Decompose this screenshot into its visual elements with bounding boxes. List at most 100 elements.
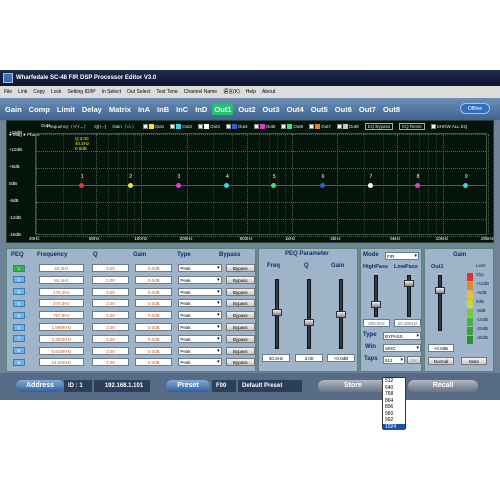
peq-band-button[interactable]: 9 bbox=[13, 358, 25, 366]
peq-point-3[interactable] bbox=[175, 182, 181, 188]
peq-bypass-button[interactable]: Bypass bbox=[225, 346, 255, 355]
tab-delay[interactable]: Delay bbox=[80, 104, 104, 115]
peq-band-button[interactable]: 7 bbox=[13, 335, 25, 343]
highpass-value[interactable]: 250.0Hz bbox=[363, 319, 390, 327]
tab-out8[interactable]: Out8 bbox=[381, 104, 402, 115]
checkbox[interactable] bbox=[142, 124, 148, 129]
peq-gain-field[interactable]: 0.0dB bbox=[135, 264, 173, 272]
channel-toggle-out8[interactable]: Out8 bbox=[336, 124, 359, 129]
tab-ina[interactable]: InA bbox=[136, 104, 152, 115]
menu-item[interactable]: File bbox=[4, 86, 12, 98]
output-gain-slider-track[interactable] bbox=[438, 275, 442, 331]
peq-frequency-field[interactable]: 14.25KHz bbox=[38, 358, 84, 367]
tab-out2[interactable]: Out2 bbox=[236, 104, 257, 115]
menu-item[interactable]: Out Select bbox=[127, 86, 150, 98]
eq-reset-button[interactable]: EQ Reset bbox=[399, 123, 425, 130]
checkbox[interactable] bbox=[309, 124, 315, 129]
peq-type-select[interactable]: Peak bbox=[178, 358, 222, 367]
peq-gain-field[interactable]: 0.0dB bbox=[135, 323, 173, 331]
channel-toggle-out4[interactable]: Out4 bbox=[225, 124, 248, 129]
tab-inb[interactable]: InB bbox=[155, 104, 171, 115]
store-button[interactable]: Store bbox=[318, 380, 388, 392]
eq-graph[interactable]: Frequency（+/-/→） Q(+,-) Gain（↑/↓） Out1 Out2 O… bbox=[6, 120, 494, 243]
normal-button[interactable]: Normal bbox=[428, 357, 454, 365]
peq-bypass-button[interactable]: Bypass bbox=[225, 334, 255, 343]
peq-band-button[interactable]: 3 bbox=[13, 288, 25, 296]
tab-gain[interactable]: Gain bbox=[3, 104, 24, 115]
peq-type-select[interactable]: Peak bbox=[178, 323, 222, 331]
offline-button[interactable]: Offline bbox=[460, 103, 490, 114]
peq-frequency-field[interactable]: 176.4Hz bbox=[38, 287, 84, 296]
peq-band-button[interactable]: 6 bbox=[13, 323, 25, 331]
peq-frequency-field[interactable]: 6.818KHz bbox=[38, 346, 84, 355]
peq-type-select[interactable]: Peak bbox=[178, 346, 222, 355]
menu-item[interactable]: Copy bbox=[33, 86, 45, 98]
ok-button[interactable]: OK bbox=[407, 356, 421, 364]
tab-out3[interactable]: Out3 bbox=[261, 104, 282, 115]
menu-item[interactable]: Lock bbox=[51, 86, 62, 98]
peq-frequency-field[interactable]: 3.323KHz bbox=[38, 334, 84, 343]
peq-gain-field[interactable]: 0.0dB bbox=[135, 311, 173, 320]
peq-gain-field[interactable]: 0.0dB bbox=[135, 299, 173, 308]
channel-toggle-out7[interactable]: Out7 bbox=[309, 124, 331, 129]
taps-select[interactable]: 512 bbox=[383, 356, 405, 364]
peq-bypass-button[interactable]: Bypass bbox=[225, 299, 255, 308]
peq-band-button[interactable]: 8 bbox=[13, 347, 25, 355]
checkbox[interactable] bbox=[430, 124, 436, 129]
channel-toggle-out1[interactable]: Out1 bbox=[142, 124, 164, 129]
peq-q-field[interactable]: 3.00 bbox=[91, 287, 130, 296]
type-select[interactable]: BYPASS bbox=[383, 332, 421, 340]
peq-type-select[interactable]: Peak bbox=[178, 311, 222, 320]
menu-item[interactable]: Channel Name bbox=[184, 86, 217, 98]
channel-toggle-out5[interactable]: Out5 bbox=[253, 124, 275, 129]
checkbox[interactable] bbox=[336, 124, 342, 129]
channel-toggle-out2[interactable]: Out2 bbox=[170, 124, 192, 129]
peq-band-button[interactable]: 5 bbox=[13, 311, 25, 319]
recall-button[interactable]: Recall bbox=[408, 380, 478, 392]
peq-bypass-button[interactable]: Bypass bbox=[225, 358, 255, 367]
output-gain-slider-handle[interactable] bbox=[435, 287, 445, 294]
peq-frequency-field[interactable]: 757.9Hz bbox=[38, 311, 84, 320]
checkbox[interactable] bbox=[198, 124, 204, 129]
peq-bypass-button[interactable]: Bypass bbox=[225, 264, 255, 272]
menu-item[interactable]: In Select bbox=[102, 86, 121, 98]
channel-toggle-out3[interactable]: Out3 bbox=[198, 124, 220, 129]
checkbox[interactable] bbox=[225, 124, 231, 129]
peq-bypass-button[interactable]: Bypass bbox=[225, 275, 255, 284]
peq-bypass-button[interactable]: Bypass bbox=[225, 323, 255, 331]
peq-point-6[interactable] bbox=[320, 182, 326, 188]
win-select[interactable]: SINC bbox=[383, 344, 421, 352]
peq-gain-field[interactable]: 0.0dB bbox=[135, 287, 173, 296]
lowpass-value[interactable]: 20.16KHz bbox=[394, 319, 421, 327]
peq-point-8[interactable] bbox=[415, 182, 421, 188]
q-slider-track[interactable] bbox=[307, 279, 311, 349]
tab-out6[interactable]: Out6 bbox=[333, 104, 354, 115]
peq-point-1[interactable] bbox=[79, 182, 85, 188]
highpass-slider-handle[interactable] bbox=[371, 301, 381, 308]
peq-q-field[interactable]: 3.00 bbox=[91, 299, 130, 308]
plot-area[interactable]: 1 2 3 4 5 6 7 8 9 bbox=[35, 133, 489, 237]
peq-band-button[interactable]: 1 bbox=[13, 264, 25, 272]
show-all-eq-toggle[interactable]: SHOW ALL EQ bbox=[430, 124, 467, 129]
peq-q-field[interactable]: 3.00 bbox=[91, 264, 130, 272]
peq-type-select[interactable]: Peak bbox=[178, 275, 222, 284]
peq-bypass-button[interactable]: Bypass bbox=[225, 311, 255, 320]
peq-q-field[interactable]: 3.00 bbox=[91, 358, 130, 367]
q-slider-handle[interactable] bbox=[304, 319, 314, 326]
tab-matrix[interactable]: Matrix bbox=[107, 104, 133, 115]
peq-type-select[interactable]: Peak bbox=[178, 264, 222, 272]
q-value[interactable]: 3.00 bbox=[295, 354, 323, 362]
tab-limit[interactable]: Limit bbox=[55, 104, 77, 115]
peq-gain-field[interactable]: 0.0dB bbox=[135, 358, 173, 367]
tab-comp[interactable]: Comp bbox=[27, 104, 52, 115]
eq-bypass-button[interactable]: EQ Bypass bbox=[364, 123, 394, 130]
peq-point-5[interactable] bbox=[271, 182, 277, 188]
peq-point-2[interactable] bbox=[127, 182, 133, 188]
menu-item[interactable]: Test Tone bbox=[156, 86, 177, 98]
gain-slider-handle[interactable] bbox=[336, 311, 346, 318]
gain-value[interactable]: +0.0dB bbox=[327, 354, 355, 362]
mode-select[interactable]: FIR bbox=[385, 252, 419, 260]
peq-gain-field[interactable]: 0.0dB bbox=[135, 346, 173, 355]
mute-button[interactable]: Mute bbox=[461, 357, 487, 365]
menu-item[interactable]: Help bbox=[246, 86, 256, 98]
